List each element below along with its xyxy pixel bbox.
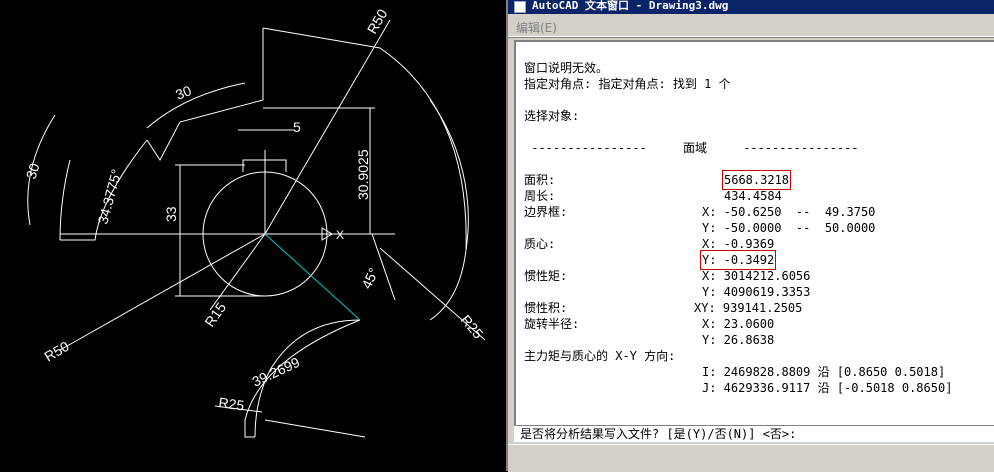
poi-xy: XY: 939141.2505 bbox=[694, 301, 803, 315]
prompt-text: 是否将分析结果写入文件? [是(Y)/否(N)] <否>: bbox=[520, 427, 797, 441]
cyan-selection-line bbox=[264, 233, 361, 321]
window-bottom-bar bbox=[508, 444, 994, 472]
x-marker: X bbox=[336, 228, 344, 242]
diagonal-r50-bottom bbox=[59, 233, 266, 351]
rg-label: 旋转半径: bbox=[524, 317, 580, 331]
window-title: AutoCAD 文本窗口 - Drawing3.dwg bbox=[532, 0, 729, 12]
menu-edit[interactable]: 编辑(E) bbox=[516, 19, 557, 36]
label-r15: R15 bbox=[201, 299, 229, 329]
perimeter-label: 周长: bbox=[524, 189, 556, 203]
centroid-x: X: -0.9369 bbox=[702, 237, 775, 251]
area-label: 面积: bbox=[524, 173, 556, 187]
area-value: 5668.3218 bbox=[721, 170, 792, 190]
diagonal-r50 bbox=[264, 19, 391, 235]
label-r25-bottom: R25 bbox=[218, 394, 246, 413]
text-output-area[interactable]: 窗口说明无效。 指定对角点: 指定对角点: 找到 1 个 选择对象: -----… bbox=[514, 40, 994, 426]
leader-45 bbox=[371, 233, 396, 301]
cad-drawing-canvas[interactable]: X R50 30 30 34.3775° 33 5 30.9025 R15 45… bbox=[0, 0, 506, 471]
label-5: 5 bbox=[293, 119, 301, 135]
bbox-x: X: -50.6250 -- 49.3750 bbox=[702, 205, 876, 219]
label-r50-top: R50 bbox=[364, 6, 391, 36]
leader-r15 bbox=[209, 233, 266, 311]
pm-j: J: 4629336.9117 沿 [-0.5018 0.8650] bbox=[702, 381, 953, 395]
outer-arc-r50 bbox=[429, 99, 469, 251]
poi-label: 惯性积: bbox=[524, 301, 568, 315]
moi-y: Y: 4090619.3353 bbox=[702, 285, 811, 299]
section-header: ---------------- 面域 ---------------- bbox=[524, 141, 859, 155]
label-45: 45° bbox=[358, 265, 381, 291]
pm-label: 主力矩与质心的 X-Y 方向: bbox=[524, 349, 676, 363]
bbox-y: Y: -50.0000 -- 50.0000 bbox=[702, 221, 876, 235]
left-outer-arc bbox=[59, 159, 71, 241]
app-icon bbox=[514, 1, 526, 13]
perimeter-value: 434.4584 bbox=[724, 189, 782, 203]
output-line: 指定对角点: 指定对角点: 找到 1 个 bbox=[524, 77, 731, 91]
centroid-label: 质心: bbox=[524, 237, 556, 251]
label-39-2699: 39.2699 bbox=[250, 354, 303, 390]
arc-dim-30-upper bbox=[146, 82, 246, 129]
label-r50-bottom: R50 bbox=[42, 338, 72, 365]
label-30-left: 30 bbox=[23, 161, 43, 181]
bbox-label: 边界框: bbox=[524, 205, 568, 219]
output-line: 窗口说明无效。 bbox=[524, 61, 609, 75]
bottom-tail bbox=[264, 419, 366, 438]
label-33: 33 bbox=[163, 206, 179, 222]
output-line: 选择对象: bbox=[524, 109, 580, 123]
command-prompt[interactable]: 是否将分析结果写入文件? [是(Y)/否(N)] <否>: bbox=[514, 425, 994, 442]
menu-bar: 编辑(E) bbox=[508, 16, 994, 37]
rg-y: Y: 26.8638 bbox=[702, 333, 775, 347]
label-angle-34: 34.3775° bbox=[94, 167, 124, 225]
rg-x: X: 23.0600 bbox=[702, 317, 775, 331]
moi-x: X: 3014212.6056 bbox=[702, 269, 811, 283]
centroid-y: Y: -0.3492 bbox=[699, 250, 777, 270]
autocad-text-window[interactable]: AutoCAD 文本窗口 - Drawing3.dwg 编辑(E) 窗口说明无效… bbox=[506, 0, 994, 472]
pm-i: I: 2469828.8809 沿 [0.8650 0.5018] bbox=[702, 365, 946, 379]
moi-label: 惯性矩: bbox=[524, 269, 568, 283]
window-titlebar[interactable]: AutoCAD 文本窗口 - Drawing3.dwg bbox=[508, 0, 994, 14]
label-30-9025: 30.9025 bbox=[355, 149, 371, 200]
